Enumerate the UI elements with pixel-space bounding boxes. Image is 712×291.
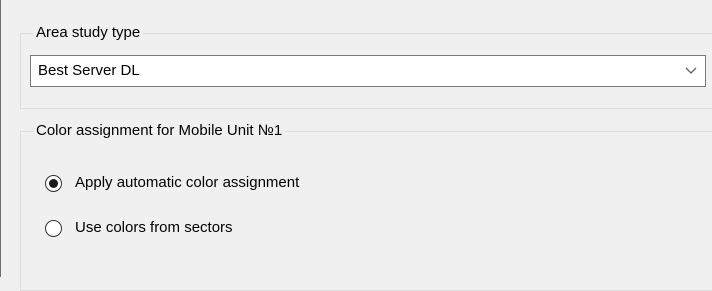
radio-unchecked-icon[interactable] <box>45 219 62 237</box>
chevron-down-icon <box>685 67 697 74</box>
window-left-border <box>0 0 1 277</box>
area-study-type-dropdown[interactable]: Best Server DL <box>30 55 706 87</box>
color-assignment-groupbox <box>20 131 712 291</box>
area-study-legend: Area study type <box>33 24 144 42</box>
use-sector-colors-radio[interactable]: Use colors from sectors <box>45 217 233 239</box>
area-study-type-value: Best Server DL <box>38 62 140 79</box>
radio-checked-icon[interactable] <box>45 174 62 192</box>
radio-dot <box>49 178 58 188</box>
apply-automatic-color-radio[interactable]: Apply automatic color assignment <box>45 172 299 194</box>
apply-automatic-color-label[interactable]: Apply automatic color assignment <box>75 172 299 194</box>
color-assignment-legend: Color assignment for Mobile Unit №1 <box>33 122 286 140</box>
use-sector-colors-label[interactable]: Use colors from sectors <box>75 217 233 239</box>
